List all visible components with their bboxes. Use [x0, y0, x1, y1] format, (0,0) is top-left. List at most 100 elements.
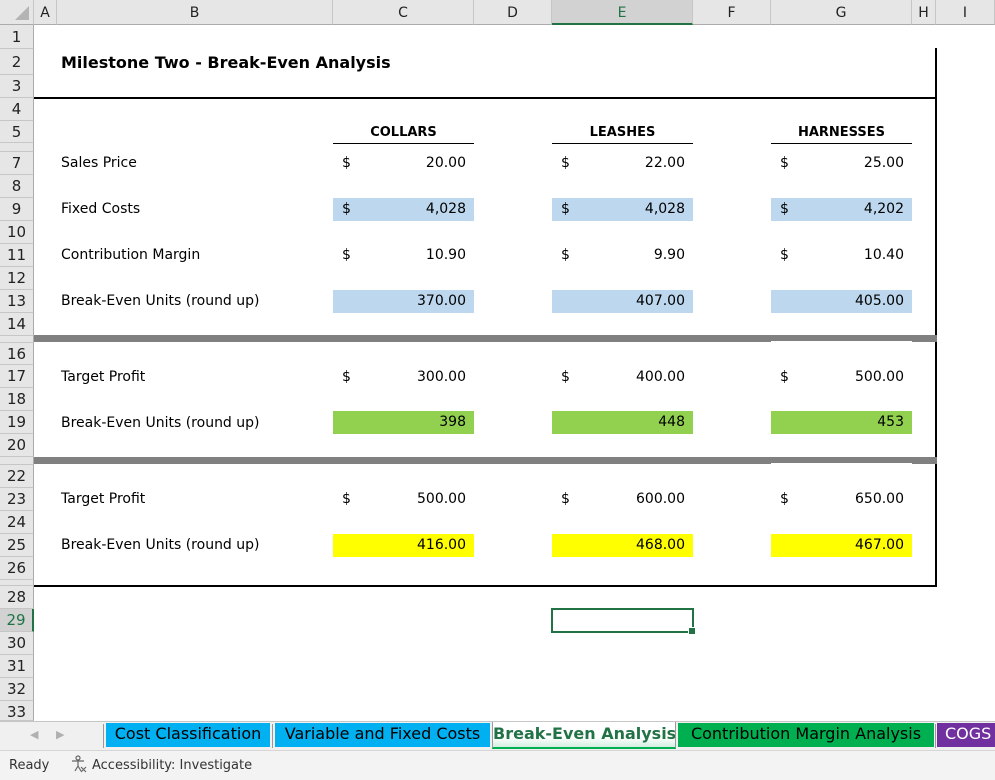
cell-target-profit-2-leashes[interactable]: $600.00 [552, 488, 693, 511]
row-header-18[interactable]: 18 [0, 388, 34, 411]
row-header-2[interactable]: 2 [0, 49, 34, 75]
row-header-32[interactable]: 32 [0, 678, 34, 701]
cell-break-even-target-leashes[interactable]: 448 [552, 411, 693, 434]
cell-break-even-leashes[interactable]: 407.00 [552, 290, 693, 313]
cell-contribution-margin-leashes[interactable]: $9.90 [552, 244, 693, 267]
column-header-g[interactable]: G [771, 0, 912, 25]
row-header-31[interactable]: 31 [0, 655, 34, 678]
cell-target-profit-harnesses[interactable]: $500.00 [771, 366, 912, 389]
select-all-icon [15, 6, 29, 20]
label-break-even-units: Break-Even Units (round up) [61, 537, 260, 553]
value: 398 [439, 414, 466, 430]
row-header-6[interactable] [0, 143, 34, 152]
cell-target-profit-leashes[interactable]: $400.00 [552, 366, 693, 389]
value: 10.40 [863, 247, 904, 263]
row-header-12[interactable]: 12 [0, 267, 34, 290]
label-break-even-units: Break-Even Units (round up) [61, 293, 260, 309]
row-header-1[interactable]: 1 [0, 25, 34, 49]
row-header-17[interactable]: 17 [0, 365, 34, 388]
row-header-11[interactable]: 11 [0, 244, 34, 267]
cell-contribution-margin-harnesses[interactable]: $10.40 [771, 244, 912, 267]
value: 448 [658, 414, 685, 430]
row-header-26[interactable]: 26 [0, 557, 34, 580]
label-sales-price: Sales Price [61, 155, 137, 171]
row-header-33[interactable]: 33 [0, 701, 34, 721]
row-header-20[interactable]: 20 [0, 434, 34, 457]
report-bottom-border [34, 585, 937, 587]
status-bar: Ready Accessibility: Investigate [0, 750, 995, 780]
value: 405.00 [855, 293, 904, 309]
cell-contribution-margin-collars[interactable]: $10.90 [333, 244, 474, 267]
row-header-25[interactable]: 25 [0, 534, 34, 557]
row-header-21[interactable] [0, 457, 34, 465]
column-header-e[interactable]: E [552, 0, 693, 25]
row-header-7[interactable]: 7 [0, 152, 34, 175]
row-header-8[interactable]: 8 [0, 175, 34, 198]
tab-break-even-analysis[interactable]: Break-Even Analysis [492, 722, 676, 749]
cell-break-even-target-collars[interactable]: 398 [333, 411, 474, 434]
accessibility-status[interactable]: Accessibility: Investigate [92, 758, 252, 773]
tab-cogs[interactable]: COGS [937, 723, 995, 747]
value: 407.00 [636, 293, 685, 309]
row-header-24[interactable]: 24 [0, 511, 34, 534]
column-header-f[interactable]: F [693, 0, 771, 25]
row-header-3[interactable]: 3 [0, 75, 34, 98]
cell-target-profit-collars[interactable]: $300.00 [333, 366, 474, 389]
row-header-23[interactable]: 23 [0, 488, 34, 511]
cell-sales-price-leashes[interactable]: $22.00 [552, 152, 693, 175]
row-header-4[interactable]: 4 [0, 98, 34, 121]
cell-break-even-target-2-leashes[interactable]: 468.00 [552, 534, 693, 557]
page-title: Milestone Two - Break-Even Analysis [61, 53, 391, 72]
column-header-d[interactable]: D [474, 0, 552, 25]
row-header-19[interactable]: 19 [0, 411, 34, 434]
currency-symbol: $ [780, 491, 789, 507]
fill-handle[interactable] [688, 627, 696, 635]
tab-scroll-left-icon[interactable]: ◀ [30, 728, 38, 741]
cell-target-profit-2-harnesses[interactable]: $650.00 [771, 488, 912, 511]
title-underline-border [34, 97, 937, 99]
product-header-collars: COLLARS [333, 125, 474, 144]
value: 400.00 [636, 369, 685, 385]
cell-break-even-harnesses[interactable]: 405.00 [771, 290, 912, 313]
row-header-16[interactable]: 16 [0, 343, 34, 365]
value: 300.00 [417, 369, 466, 385]
tab-contribution-margin-analysis[interactable]: Contribution Margin Analysis [678, 723, 934, 747]
accessibility-icon[interactable] [70, 755, 88, 773]
select-all-corner[interactable] [0, 0, 34, 25]
cell-break-even-target-2-collars[interactable]: 416.00 [333, 534, 474, 557]
cell-break-even-target-harnesses[interactable]: 453 [771, 411, 912, 434]
cell-fixed-costs-harnesses[interactable]: $4,202 [771, 198, 912, 221]
column-header-b[interactable]: B [57, 0, 333, 25]
tab-variable-and-fixed-costs[interactable]: Variable and Fixed Costs [275, 723, 490, 747]
cell-sales-price-harnesses[interactable]: $25.00 [771, 152, 912, 175]
currency-symbol: $ [561, 201, 570, 217]
cell-fixed-costs-collars[interactable]: $4,028 [333, 198, 474, 221]
row-header-29[interactable]: 29 [0, 609, 34, 632]
cell-target-profit-2-collars[interactable]: $500.00 [333, 488, 474, 511]
row-header-14[interactable]: 14 [0, 313, 34, 336]
column-header-h[interactable]: H [912, 0, 936, 25]
row-header-10[interactable]: 10 [0, 221, 34, 244]
cell-fixed-costs-leashes[interactable]: $4,028 [552, 198, 693, 221]
row-header-30[interactable]: 30 [0, 632, 34, 655]
row-header-22[interactable]: 22 [0, 465, 34, 488]
selected-cell-e29[interactable] [551, 608, 696, 635]
tab-scroll-right-icon[interactable]: ▶ [56, 728, 64, 741]
currency-symbol: $ [561, 491, 570, 507]
currency-symbol: $ [342, 369, 351, 385]
tab-cost-classification[interactable]: Cost Classification [106, 723, 270, 747]
cell-break-even-collars[interactable]: 370.00 [333, 290, 474, 313]
column-header-i[interactable]: I [936, 0, 995, 25]
row-header-28[interactable]: 28 [0, 586, 34, 609]
cell-sales-price-collars[interactable]: $20.00 [333, 152, 474, 175]
column-header-a[interactable]: A [34, 0, 57, 25]
column-header-c[interactable]: C [333, 0, 474, 25]
row-header-15[interactable] [0, 336, 34, 343]
currency-symbol: $ [342, 155, 351, 171]
cell-break-even-target-2-harnesses[interactable]: 467.00 [771, 534, 912, 557]
row-header-13[interactable]: 13 [0, 290, 34, 313]
row-header-9[interactable]: 9 [0, 198, 34, 221]
row-header-5[interactable]: 5 [0, 121, 34, 143]
value: 468.00 [636, 537, 685, 553]
value: 4,028 [425, 201, 466, 217]
